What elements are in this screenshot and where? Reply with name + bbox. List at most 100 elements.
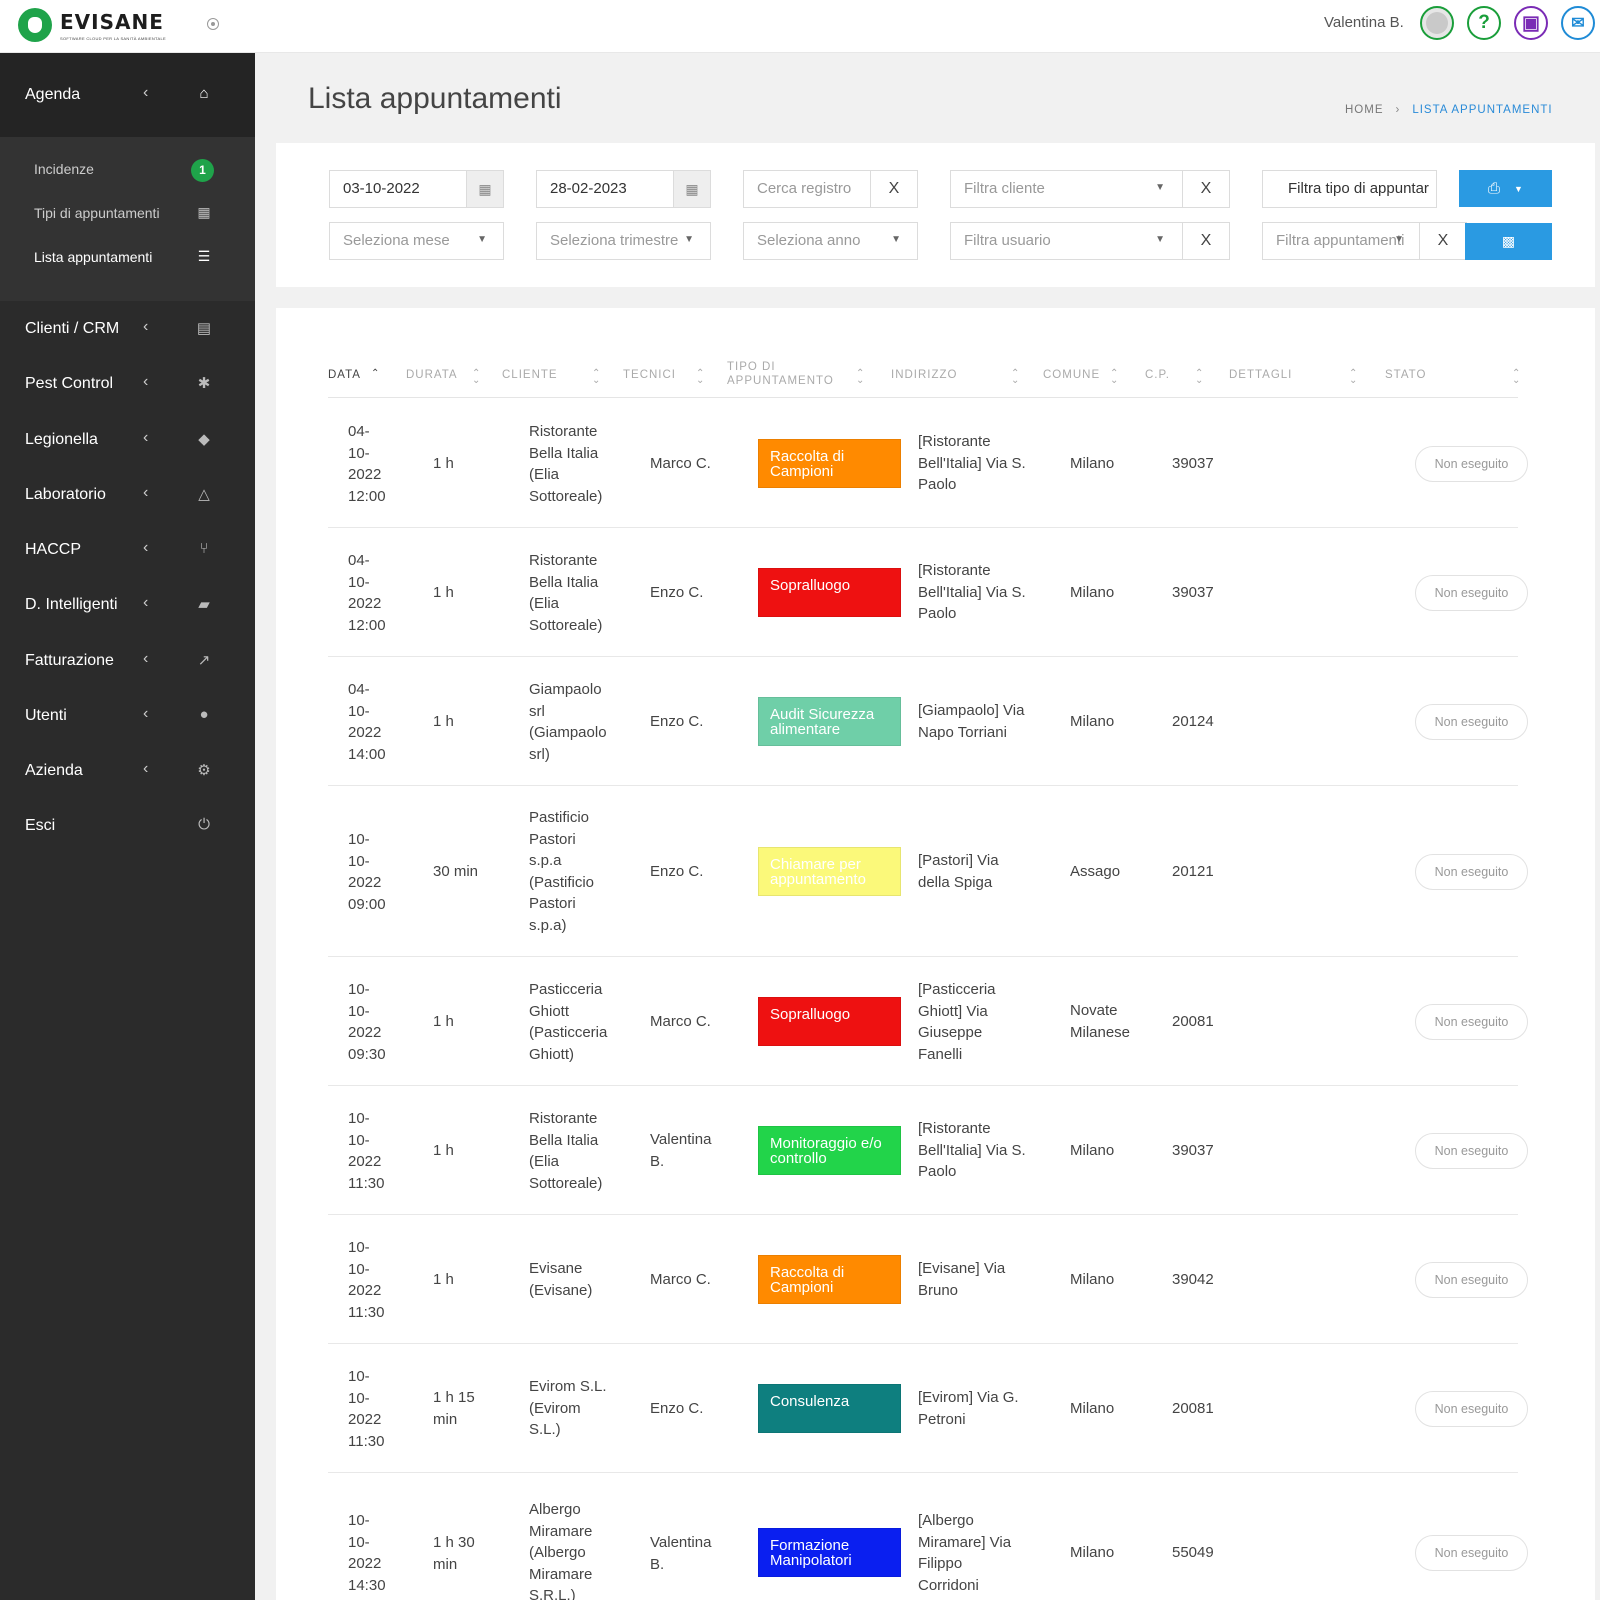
sidebar-item-legionella[interactable]: Legionella ‹ ◆ (0, 420, 255, 460)
quarter-select[interactable]: Seleziona trimestre ▼ (536, 222, 711, 260)
date-to-value: 28-02-2023 (550, 180, 627, 197)
column-header-tecnici[interactable]: Tecnici ⌃ ⌄ (623, 348, 718, 398)
table-row[interactable]: 10- 10- 2022 11:30 1 h Ristorante Bella It… (328, 1086, 1528, 1215)
top-bar: EVISANE SOFTWARE CLOUD PER LA SANITÀ AMB… (0, 0, 1600, 53)
column-header-dettagli[interactable]: Dettagli ⌃ ⌄ (1229, 348, 1374, 398)
table-row[interactable]: 10- 10- 2022 09:00 30 min Pastificio Pasto… (328, 786, 1528, 957)
clear-user-button[interactable]: X (1182, 223, 1229, 259)
chevron-left-icon: ‹ (143, 760, 149, 777)
app-logo[interactable]: EVISANE SOFTWARE CLOUD PER LA SANITÀ AMB… (18, 8, 166, 42)
clear-appointment-button[interactable]: X (1419, 223, 1466, 259)
sidebar-item-label: Tipi di appuntamenti (34, 205, 160, 221)
sidebar-item-esci[interactable]: Esci ⏻ (0, 806, 255, 846)
sidebar-item-utenti[interactable]: Utenti ‹ ● (0, 696, 255, 736)
column-header-tipo[interactable]: Tipo di appuntamento ⌃ ⌄ (727, 348, 882, 398)
column-header-durata[interactable]: Durata ⌃ ⌄ (406, 348, 496, 398)
sidebar-item-label: Agenda (25, 86, 81, 103)
table-row[interactable]: 10- 10- 2022 11:30 1 h Evisane (Evisane) Ma… (328, 1215, 1528, 1344)
clear-client-button[interactable]: X (1182, 171, 1229, 207)
sidebar-item-azienda[interactable]: Azienda ‹ ⚙ (0, 751, 255, 791)
user-placeholder: Filtra usuario (964, 232, 1051, 249)
year-select[interactable]: Seleziona anno ▼ (743, 222, 918, 260)
sidebar-item-pest-control[interactable]: Pest Control ‹ ✱ (0, 364, 255, 404)
calendar-icon[interactable]: ▦ (466, 171, 503, 207)
clear-search-button[interactable]: X (870, 171, 917, 207)
status-button[interactable]: Non eseguito (1415, 446, 1528, 482)
breadcrumb-home[interactable]: HOME (1345, 104, 1384, 116)
user-icon: ● (199, 706, 209, 723)
appointment-filter-select[interactable]: Filtra appuntamenti ▼ X (1262, 222, 1467, 260)
column-header-stato[interactable]: Stato ⌃ ⌄ (1385, 348, 1520, 398)
sidebar-item-laboratorio[interactable]: Laboratorio ‹ △ (0, 475, 255, 515)
sidebar-subitem-tipi[interactable]: Tipi di appuntamenti ▦ (0, 197, 255, 229)
help-icon[interactable]: ? (1467, 6, 1501, 40)
cell-cp: 39037 (1172, 1142, 1214, 1159)
export-excel-button[interactable]: ▩ (1465, 223, 1552, 260)
sort-icon: ⌃ ⌄ (1349, 368, 1359, 386)
sidebar-item-label: Azienda (25, 762, 83, 779)
gift-icon[interactable]: ▣ (1514, 6, 1548, 40)
cell-city: Milano (1070, 1544, 1115, 1561)
sort-icon: ⌃ ⌄ (592, 368, 602, 386)
cutlery-icon: ⑂ (199, 540, 209, 557)
cell-technician: Enzo C. (650, 584, 704, 601)
column-header-comune[interactable]: Comune ⌃ ⌄ (1043, 348, 1133, 398)
table-row[interactable]: 04- 10- 2022 14:00 1 h Giampaolo srl (Giam… (328, 657, 1528, 786)
table-row[interactable]: 10- 10- 2022 09:30 1 h Pasticceria Ghiott … (328, 957, 1528, 1086)
user-name[interactable]: Valentina B. (1324, 14, 1404, 31)
sidebar-item-d-intelligenti[interactable]: D. Intelligenti ‹ ▰ (0, 585, 255, 625)
cell-client: Albergo Miramare (Albergo Miramare S.R.L… (529, 1501, 593, 1600)
cell-technician: Valentina B. (650, 1534, 712, 1573)
status-button[interactable]: Non eseguito (1415, 704, 1528, 740)
month-select[interactable]: Seleziona mese ▼ (329, 222, 504, 260)
sidebar-item-fatturazione[interactable]: Fatturazione ‹ ↗ (0, 641, 255, 681)
type-placeholder: Filtra tipo di appuntar (1288, 180, 1429, 197)
column-header-indirizzo[interactable]: Indirizzo ⌃ ⌄ (891, 348, 1031, 398)
print-button[interactable]: ⎙ ▼ (1459, 170, 1552, 207)
column-header-data[interactable]: Data ⌃ (328, 348, 403, 398)
cell-duration: 1 h 30 min (433, 1534, 475, 1573)
column-header-cliente[interactable]: Cliente ⌃ ⌄ (502, 348, 617, 398)
sidebar-item-haccp[interactable]: HACCP ‹ ⑂ (0, 530, 255, 570)
avatar[interactable] (1420, 6, 1454, 40)
sidebar-item-clienti-crm[interactable]: Clienti / CRM ‹ ▤ (0, 309, 255, 349)
chevron-left-icon: ‹ (143, 705, 149, 722)
date-to-field[interactable]: 28-02-2023 ▦ (536, 170, 711, 208)
calendar-icon[interactable]: ▦ (673, 171, 710, 207)
search-register-input[interactable]: Cerca registro X (743, 170, 918, 208)
caret-down-icon: ▼ (1394, 234, 1404, 245)
sidebar-toggle-icon[interactable] (207, 18, 219, 30)
cell-city: Assago (1070, 863, 1121, 880)
cell-address: [Pastori] Via della Spiga (918, 852, 999, 891)
status-button[interactable]: Non eseguito (1415, 575, 1528, 611)
status-button[interactable]: Non eseguito (1415, 1133, 1528, 1169)
table-row[interactable]: 10- 10- 2022 11:30 1 h 15 min Evirom S.L. … (328, 1344, 1528, 1473)
type-filter-select[interactable]: Filtra tipo di appuntar (1262, 170, 1437, 208)
breadcrumb: HOME › LISTA APPUNTAMENTI (1345, 104, 1553, 116)
cell-technician: Marco C. (650, 455, 711, 472)
sidebar-subitem-lista[interactable]: Lista appuntamenti ☰ (0, 241, 255, 273)
column-header-cp[interactable]: C.P. ⌃ ⌄ (1145, 348, 1215, 398)
table-row[interactable]: 10- 10- 2022 14:30 1 h 30 min Albergo Mira… (328, 1473, 1528, 1600)
cell-technician: Marco C. (650, 1013, 711, 1030)
cell-duration: 1 h (433, 455, 454, 472)
cell-duration: 30 min (433, 863, 479, 880)
header-label: Dettagli (1229, 369, 1293, 381)
chat-icon[interactable]: ✉ (1561, 6, 1595, 40)
user-filter-select[interactable]: Filtra usuario ▼ X (950, 222, 1230, 260)
status-button[interactable]: Non eseguito (1415, 854, 1528, 890)
sort-icon: ⌃ ⌄ (696, 368, 706, 386)
sidebar-subitem-incidenze[interactable]: Incidenze 1 (0, 153, 255, 185)
cell-city: Milano (1070, 584, 1115, 601)
status-button[interactable]: Non eseguito (1415, 1262, 1528, 1298)
client-filter-select[interactable]: Filtra cliente ▼ X (950, 170, 1230, 208)
table-row[interactable]: 04- 10- 2022 12:00 1 h Ristorante Bella It… (328, 399, 1528, 528)
status-button[interactable]: Non eseguito (1415, 1535, 1528, 1571)
status-button[interactable]: Non eseguito (1415, 1004, 1528, 1040)
sort-icon: ⌃ ⌄ (472, 368, 482, 386)
date-from-field[interactable]: 03-10-2022 ▦ (329, 170, 504, 208)
sidebar-item-agenda[interactable]: Agenda ‹ ⌂ (0, 75, 255, 115)
status-button[interactable]: Non eseguito (1415, 1391, 1528, 1427)
sort-icon: ⌃ ⌄ (1110, 368, 1120, 386)
table-row[interactable]: 04- 10- 2022 12:00 1 h Ristorante Bella It… (328, 528, 1528, 657)
